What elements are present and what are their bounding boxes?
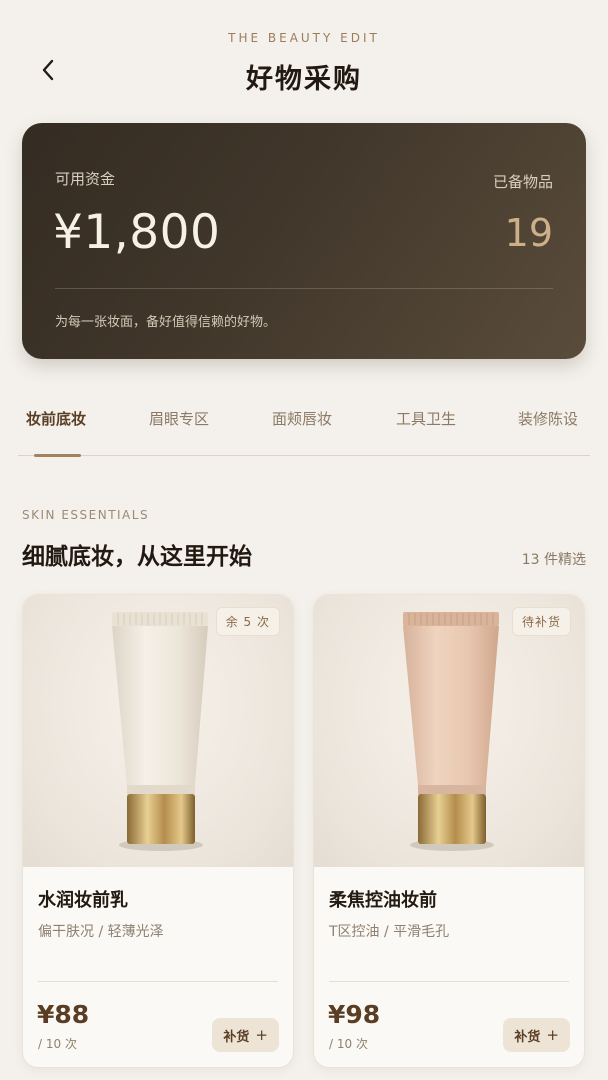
tab-brow-eye[interactable]: 眉眼专区	[149, 408, 209, 429]
plus-icon: +	[546, 1026, 559, 1044]
header: THE BEAUTY EDIT 好物采购	[0, 0, 608, 110]
card-divider	[329, 981, 569, 982]
product-price: ¥98	[328, 1000, 381, 1029]
brand-eyebrow: THE BEAUTY EDIT	[228, 31, 380, 45]
section-title: 细腻底妆，从这里开始	[22, 544, 252, 570]
plus-icon: +	[255, 1026, 268, 1044]
funds-label: 可用资金	[55, 170, 116, 188]
product-image: 余 5 次	[23, 595, 293, 867]
card-divider	[55, 288, 553, 289]
card-tagline: 为每一张妆面，备好值得信赖的好物。	[55, 315, 277, 330]
funds-value: ¥1,800	[53, 205, 221, 260]
stock-badge: 余 5 次	[215, 607, 280, 636]
restock-button[interactable]: 补货 +	[212, 1018, 279, 1052]
product-desc: 偏干肤况 / 轻薄光泽	[38, 924, 164, 940]
items-count: 19	[504, 211, 553, 255]
page-title: 好物采购	[246, 64, 362, 95]
price-unit: / 10 次	[329, 1037, 368, 1051]
tab-primer-foundation[interactable]: 妆前底妆	[26, 408, 86, 429]
product-name: 水润妆前乳	[38, 890, 128, 911]
tab-decor[interactable]: 装修陈设	[518, 408, 578, 429]
section-eyebrow: SKIN ESSENTIALS	[22, 508, 150, 522]
active-tab-indicator	[34, 454, 81, 457]
items-label: 已备物品	[492, 173, 553, 191]
stock-badge: 待补货	[511, 607, 571, 636]
restock-label: 补货	[223, 1029, 250, 1045]
product-price: ¥88	[37, 1000, 90, 1029]
product-image: 待补货	[314, 595, 584, 867]
product-name: 柔焦控油妆前	[329, 890, 437, 911]
product-desc: T区控油 / 平滑毛孔	[329, 924, 450, 940]
tab-tools-hygiene[interactable]: 工具卫生	[396, 408, 456, 429]
product-card[interactable]: 余 5 次 水润妆前乳 偏干肤况 / 轻薄光泽 ¥88 / 10 次 补货 +	[22, 594, 294, 1068]
card-divider	[38, 981, 278, 982]
product-card[interactable]: 待补货 柔焦控油妆前 T区控油 / 平滑毛孔 ¥98 / 10 次 补货 +	[313, 594, 585, 1068]
price-unit: / 10 次	[38, 1037, 77, 1051]
balance-card: 可用资金 ¥1,800 已备物品 19 为每一张妆面，备好值得信赖的好物。	[22, 123, 586, 359]
restock-button[interactable]: 补货 +	[503, 1018, 570, 1052]
category-tabs: 妆前底妆 眉眼专区 面颊唇妆 工具卫生 装修陈设	[18, 398, 590, 457]
section-count: 13 件精选	[521, 552, 586, 568]
tab-cheek-lip[interactable]: 面颊唇妆	[272, 408, 332, 429]
restock-label: 补货	[514, 1029, 541, 1045]
